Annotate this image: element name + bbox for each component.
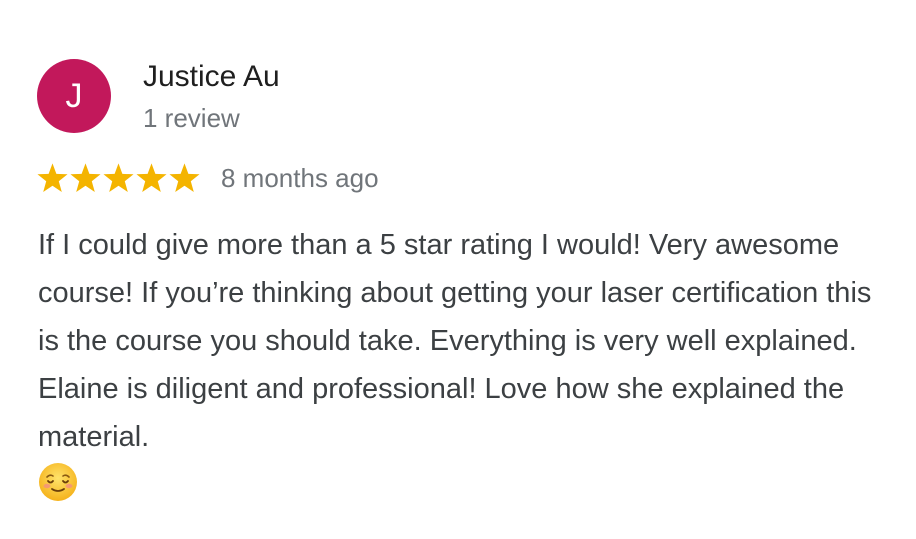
star-icon: [37, 162, 68, 192]
reviewer-name[interactable]: Justice Au: [143, 60, 280, 94]
avatar[interactable]: J: [37, 59, 111, 133]
star-icon: [136, 162, 167, 192]
star-rating: [36, 162, 201, 195]
review-time: 8 months ago: [221, 162, 379, 193]
star-icon: [103, 162, 134, 192]
review-card: J Justice Au 1 review 8 months ago If I …: [0, 0, 916, 539]
smiling-face-icon: [39, 463, 77, 501]
review-text: If I could give more than a 5 star ratin…: [38, 229, 872, 453]
review-count[interactable]: 1 review: [143, 103, 240, 134]
rating-row: 8 months ago: [36, 160, 379, 196]
star-icon: [169, 162, 200, 192]
star-icon: [70, 162, 101, 192]
